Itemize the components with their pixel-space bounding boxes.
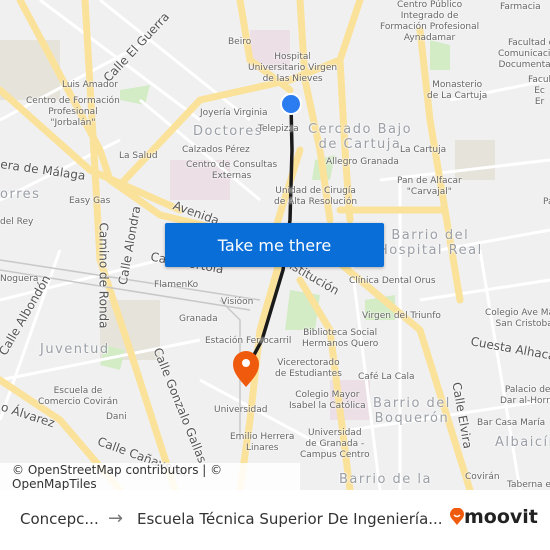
poi-label: Calzados Pérez [182, 145, 250, 155]
poi-label: Estación Ferrocarril [205, 336, 292, 346]
poi-label: Noguera [0, 274, 39, 284]
district-label: orres [0, 187, 41, 202]
moovit-logo[interactable]: moovit [450, 506, 538, 528]
poi-label: Facultad de Comunicación y Documentación [498, 38, 550, 70]
poi-label: Vicerectorado de Estudiantes [275, 358, 342, 379]
poi-label: Hospital Universitario Virgen de las Nie… [248, 52, 338, 84]
poi-label: Emilio Herrera Linares [230, 432, 295, 453]
poi-label: Virgen del Triunfo [362, 311, 441, 321]
poi-label: Monasterio de La Cartuja [427, 80, 488, 101]
poi-label: Granada [179, 314, 218, 324]
brand-name: moovit [464, 506, 538, 528]
poi-label: Farmacia [500, 2, 541, 12]
poi-label: Centro Público Integrado de Formación Pr… [380, 0, 480, 43]
poi-label: FlamenKo [154, 280, 199, 290]
poi-label: Visióon [221, 297, 254, 307]
poi-label: La Cartuja [400, 145, 447, 155]
district-label: Juventud [40, 342, 110, 357]
poi-label: Beiro [228, 37, 252, 47]
district-label: Albaicín [495, 435, 550, 450]
poi-label: Telepizza [258, 124, 299, 134]
poi-label: Colegio Ave María San Cristobal [485, 308, 550, 329]
origin-name: Concepc... [20, 510, 99, 528]
poi-label: Dani [106, 412, 127, 422]
poi-label: Joyería Virginia [200, 108, 268, 118]
take-me-there-button[interactable]: Take me there [165, 223, 384, 267]
poi-label: Pan de Alfacar "Carvajal" [397, 176, 462, 197]
poi-label: Escuela de Comercio Covirán [38, 386, 118, 407]
district-label: Barrio del Boquerón [373, 396, 451, 426]
poi-label: Palacio de Dar al-Horra [500, 385, 550, 406]
poi-label: Easy Gas [69, 196, 111, 206]
district-label: Barrio del Hospital Real [378, 228, 483, 258]
poi-label: La Salud [119, 151, 158, 161]
arrow-right-icon: → [108, 508, 124, 529]
route-footer: Concepc... → Escuela Técnica Superior De… [0, 490, 550, 550]
poi-label: Centro de Formación Profesional "Jorbalá… [26, 96, 120, 128]
poi-label: Covirán [465, 472, 500, 482]
poi-label: Café La Cala [358, 372, 415, 382]
street-label: Camino de Ronda [96, 222, 111, 329]
poi-label: del Rey [0, 217, 34, 227]
poi-label: Colegio Mayor Isabel la Católica [289, 390, 366, 411]
poi-label: Pa [543, 197, 550, 207]
poi-label: Universidad [214, 405, 268, 415]
district-label: Doctores [193, 124, 263, 139]
district-label: Cercado Bajo de Cartuja [308, 122, 413, 152]
poi-label: Bar Casa María [477, 418, 546, 428]
poi-label: Allegro Granada [326, 157, 399, 167]
poi-label: Clínica Dental Orus [349, 276, 436, 286]
map[interactable]: Beiro Hospital Universitario Virgen de l… [0, 0, 550, 490]
moovit-pin-icon [450, 508, 464, 525]
destination-name: Escuela Técnica Superior De Ingeniería..… [137, 510, 443, 528]
origin-marker [280, 93, 302, 115]
poi-label: Biblioteca Social Hermanos Quero [302, 328, 379, 349]
map-attribution[interactable]: © OpenStreetMap contributors | © OpenMap… [0, 463, 300, 490]
poi-label: Facul Ec Er [528, 75, 550, 107]
poi-label: Unidad de Cirugía de Alta Resolución [274, 186, 358, 207]
poi-label: Taberna el [507, 480, 550, 490]
poi-label: Centro de Consultas Externas [186, 160, 278, 181]
district-label: Barrio de la [339, 472, 433, 487]
poi-label: Universidad de Granada - Campus Centro [300, 428, 370, 460]
